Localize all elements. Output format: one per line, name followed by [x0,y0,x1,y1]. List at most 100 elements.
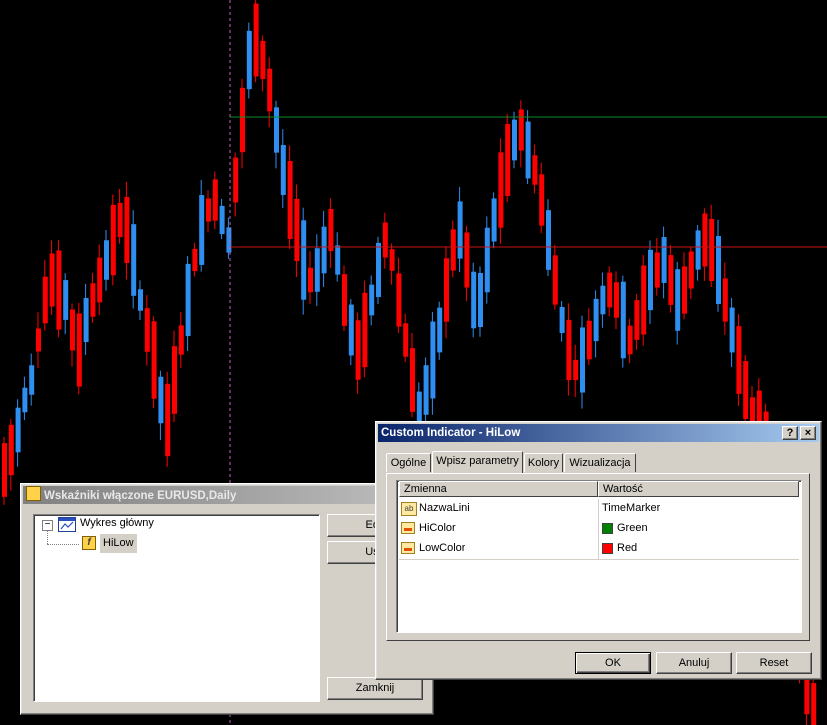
candle [342,265,347,332]
candle [593,290,599,358]
column-divider [598,519,599,539]
candle [716,219,721,312]
candle [702,208,708,281]
help-title-button[interactable]: ? [782,426,798,440]
indicators-window: Wskaźniki włączone EURUSD,Daily − Wykres… [20,483,434,715]
candle [246,22,252,99]
reset-button[interactable]: Reset [736,652,812,674]
candle [362,280,368,377]
candle [518,100,524,168]
tree-item-hilow[interactable]: HiLow [100,534,137,553]
tab-input-params[interactable]: Wpisz parametry [432,451,523,473]
ok-button[interactable]: OK [575,652,651,674]
param-value[interactable]: TimeMarker [602,499,660,518]
dialog-title: Custom Indicator - HiLow [381,427,521,439]
close-title-button[interactable]: × [800,426,816,440]
candle [532,144,538,194]
candle [253,0,259,83]
candle [607,266,613,317]
color-param-icon [401,522,415,534]
candle [280,129,286,209]
candle [634,293,640,350]
param-name: HiColor [419,522,456,534]
candle [641,254,647,346]
candle [369,275,375,326]
dialog-titlebar[interactable]: Custom Indicator - HiLow [378,424,819,442]
tab-colors[interactable]: Kolory [524,453,563,472]
candle [471,262,477,338]
candle [722,262,728,335]
tree-line-vertical [47,529,48,544]
column-header-variable[interactable]: Zmienna [399,481,598,497]
param-value[interactable]: Red [617,539,637,558]
candle [131,210,137,309]
candle [172,330,177,422]
candle [36,312,41,369]
tree-item-main-chart[interactable]: Wykres główny [80,514,154,533]
candle [648,240,653,325]
params-table[interactable]: Zmienna Wartość ab NazwaLini TimeMarker … [396,480,802,633]
candle [104,229,109,291]
candle [580,315,585,409]
candle [42,260,48,331]
candle [63,273,69,335]
candle [546,199,551,276]
tree-line-horizontal [47,544,79,545]
candle [97,244,103,316]
candle [8,418,14,491]
candle [110,194,116,286]
candle [457,186,463,273]
param-value[interactable]: Green [617,519,648,538]
cancel-button[interactable]: Anuluj [656,652,732,674]
table-row[interactable]: LowColor Red [399,539,799,560]
candle [430,311,436,415]
close-button[interactable]: Zamknij [327,677,423,700]
tree-collapse-toggle[interactable]: − [42,520,53,531]
candle [566,303,572,396]
candle [410,332,415,418]
tab-general[interactable]: Ogólne [386,453,431,472]
indicators-window-titlebar[interactable]: Wskaźniki włączone EURUSD,Daily [23,486,431,504]
candle [403,313,409,363]
indicators-tree[interactable]: − Wykres główny f HiLow [33,514,320,702]
candle [586,308,592,366]
candle [620,275,626,368]
table-row[interactable]: ab NazwaLini TimeMarker [399,499,799,520]
column-divider [598,539,599,559]
candle [498,138,504,244]
column-header-value[interactable]: Wartość [598,481,799,497]
candle [219,198,225,240]
tab-visualization[interactable]: Wizualizacja [564,453,636,472]
candle [559,300,565,342]
candle [165,371,171,467]
param-name: NazwaLini [419,502,470,514]
candle [743,354,749,430]
candle [158,370,164,441]
candle [675,261,681,345]
candle [736,314,742,406]
candle [444,246,449,339]
candle [124,181,130,280]
candle [688,246,694,299]
candle [525,110,531,185]
candle [178,311,184,369]
table-row[interactable]: HiColor Green [399,519,799,540]
candle [729,297,735,367]
candle [212,171,218,230]
candle [491,192,497,249]
candle [450,220,456,278]
candle [335,232,341,282]
candle [512,111,517,169]
indicators-window-title: Wskaźniki włączone EURUSD,Daily [44,490,237,502]
candle [709,204,715,288]
candle [355,312,361,394]
candle [668,245,674,313]
candle [49,240,55,315]
text-param-icon: ab [401,502,417,516]
candle [661,226,667,299]
candle [2,436,7,505]
candle [294,184,300,278]
candle [301,207,307,315]
custom-indicator-dialog: Custom Indicator - HiLow ? × Ogólne Wpis… [375,421,822,680]
candle [552,244,558,310]
